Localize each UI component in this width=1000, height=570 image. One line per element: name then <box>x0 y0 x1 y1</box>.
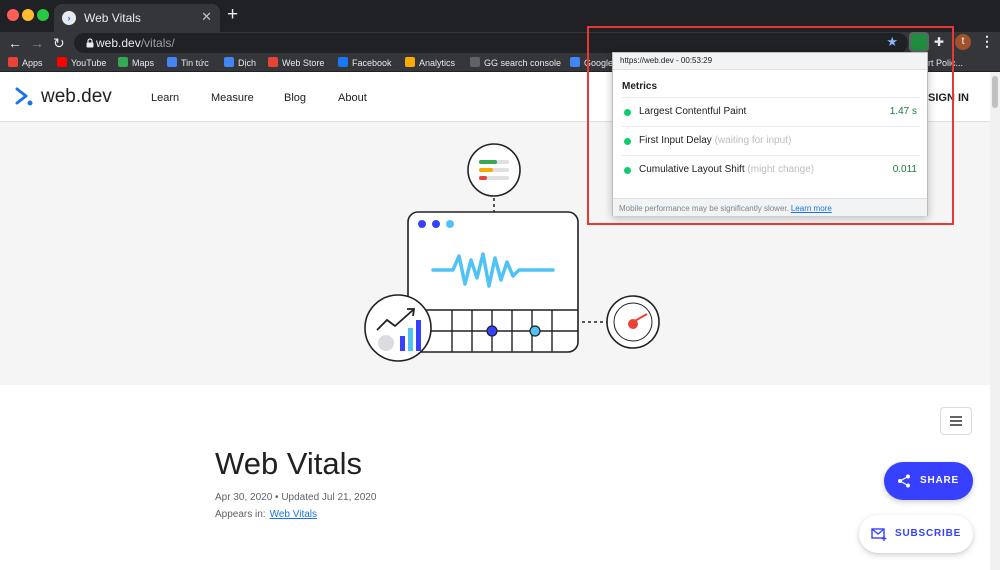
share-icon <box>898 474 910 488</box>
maximize-window-button[interactable] <box>37 9 49 21</box>
bookmark-maps[interactable]: Maps <box>118 56 154 70</box>
tab-title: Web Vitals <box>84 11 141 25</box>
web-vitals-extension-icon[interactable] <box>909 32 929 52</box>
learn-more-link[interactable]: Learn more <box>791 204 832 213</box>
status-dot-good <box>624 167 631 174</box>
metric-name: First Input Delay (waiting for input) <box>639 135 792 146</box>
nav-measure[interactable]: Measure <box>211 92 254 104</box>
metric-row-cls: Cumulative Layout Shift (might change) 0… <box>622 155 920 183</box>
webdev-logo-icon[interactable] <box>14 86 38 108</box>
google-docs-icon <box>570 57 580 67</box>
back-icon[interactable]: ← <box>8 32 22 54</box>
metric-row-lcp: Largest Contentful Paint 1.47 s <box>622 97 920 125</box>
bookmark-report-policy[interactable]: rt Polic... <box>928 56 963 70</box>
popup-header: https://web.dev - 00:53:29 <box>613 53 927 70</box>
maps-icon <box>118 57 128 67</box>
popup-footer: Mobile performance may be significantly … <box>613 198 927 216</box>
lock-icon <box>86 38 94 48</box>
nav-blog[interactable]: Blog <box>284 92 306 104</box>
bookmark-google[interactable]: Google <box>570 56 613 70</box>
sign-in-link[interactable]: SIGN IN <box>928 92 969 104</box>
bookmark-facebook[interactable]: Facebook <box>338 56 392 70</box>
popup-url: https://web.dev - 00:53:29 <box>620 56 713 65</box>
url-text: web.dev/vitals/ <box>96 36 175 50</box>
mail-plus-icon <box>871 528 887 541</box>
news-icon <box>167 57 177 67</box>
bookmark-analytics[interactable]: Analytics <box>405 56 455 70</box>
bookmark-tin-tuc[interactable]: Tin tức <box>167 56 209 70</box>
facebook-icon <box>338 57 348 67</box>
address-bar[interactable]: web.dev/vitals/ ★ <box>74 33 908 53</box>
minimize-window-button[interactable] <box>22 9 34 21</box>
bookmark-apps[interactable]: Apps <box>8 56 43 70</box>
nav-about[interactable]: About <box>338 92 367 104</box>
close-window-button[interactable] <box>7 9 19 21</box>
list-icon <box>950 416 962 426</box>
bookmark-youtube[interactable]: YouTube <box>57 56 106 70</box>
profile-avatar[interactable]: t <box>955 34 971 50</box>
metric-name: Cumulative Layout Shift (might change) <box>639 164 815 175</box>
metrics-title: Metrics <box>622 81 658 92</box>
share-label: SHARE <box>920 475 960 486</box>
metric-row-fid: First Input Delay (waiting for input) <box>622 126 920 154</box>
page-title: Web Vitals <box>215 446 363 481</box>
webdev-favicon-icon: › <box>62 11 76 25</box>
tab-strip: › Web Vitals ✕ + <box>0 0 1000 32</box>
appears-in: Appears in: Web Vitals <box>215 509 317 520</box>
status-dot-good <box>624 109 631 116</box>
extensions-puzzle-icon[interactable]: ✚ <box>934 35 944 49</box>
youtube-icon <box>57 57 67 67</box>
bookmark-star-icon[interactable]: ★ <box>886 34 898 50</box>
forward-icon[interactable]: → <box>30 32 44 54</box>
bookmark-dich[interactable]: Dịch <box>224 56 256 70</box>
article-dates: Apr 30, 2020 • Updated Jul 21, 2020 <box>215 492 377 503</box>
new-tab-button[interactable]: + <box>227 5 238 25</box>
bookmark-gg-search-console[interactable]: GG search console <box>470 56 561 70</box>
web-vitals-popup: https://web.dev - 00:53:29 Metrics Large… <box>612 52 928 216</box>
globe-icon <box>470 57 480 67</box>
appears-in-link[interactable]: Web Vitals <box>270 509 317 520</box>
status-dot-good <box>624 138 631 145</box>
analytics-icon <box>405 57 415 67</box>
nav-learn[interactable]: Learn <box>151 92 179 104</box>
tab-close-icon[interactable]: ✕ <box>201 10 212 24</box>
share-button[interactable]: SHARE <box>884 462 973 500</box>
metric-name: Largest Contentful Paint <box>639 106 747 117</box>
browser-toolbar: ← → ↻ web.dev/vitals/ ★ <box>0 32 1000 54</box>
web-store-icon <box>268 57 278 67</box>
scrollbar-thumb[interactable] <box>992 76 998 108</box>
reload-icon[interactable]: ↻ <box>53 32 65 54</box>
menu-kebab-icon[interactable]: ⋮ <box>980 33 994 50</box>
apps-grid-icon <box>8 57 18 67</box>
site-logo-text[interactable]: web.dev <box>41 86 112 108</box>
popup-footer-text: Mobile performance may be significantly … <box>619 204 789 213</box>
metric-value: 0.011 <box>892 164 917 175</box>
tab-web-vitals[interactable]: › Web Vitals ✕ <box>54 4 220 32</box>
subscribe-label: SUBSCRIBE <box>895 528 962 539</box>
bookmark-web-store[interactable]: Web Store <box>268 56 324 70</box>
table-of-contents-button[interactable] <box>940 407 972 435</box>
subscribe-button[interactable]: SUBSCRIBE <box>859 515 973 553</box>
appears-in-label: Appears in: <box>215 509 266 520</box>
translate-icon <box>224 57 234 67</box>
metric-value: 1.47 s <box>889 106 917 117</box>
page-scrollbar[interactable] <box>990 72 1000 570</box>
